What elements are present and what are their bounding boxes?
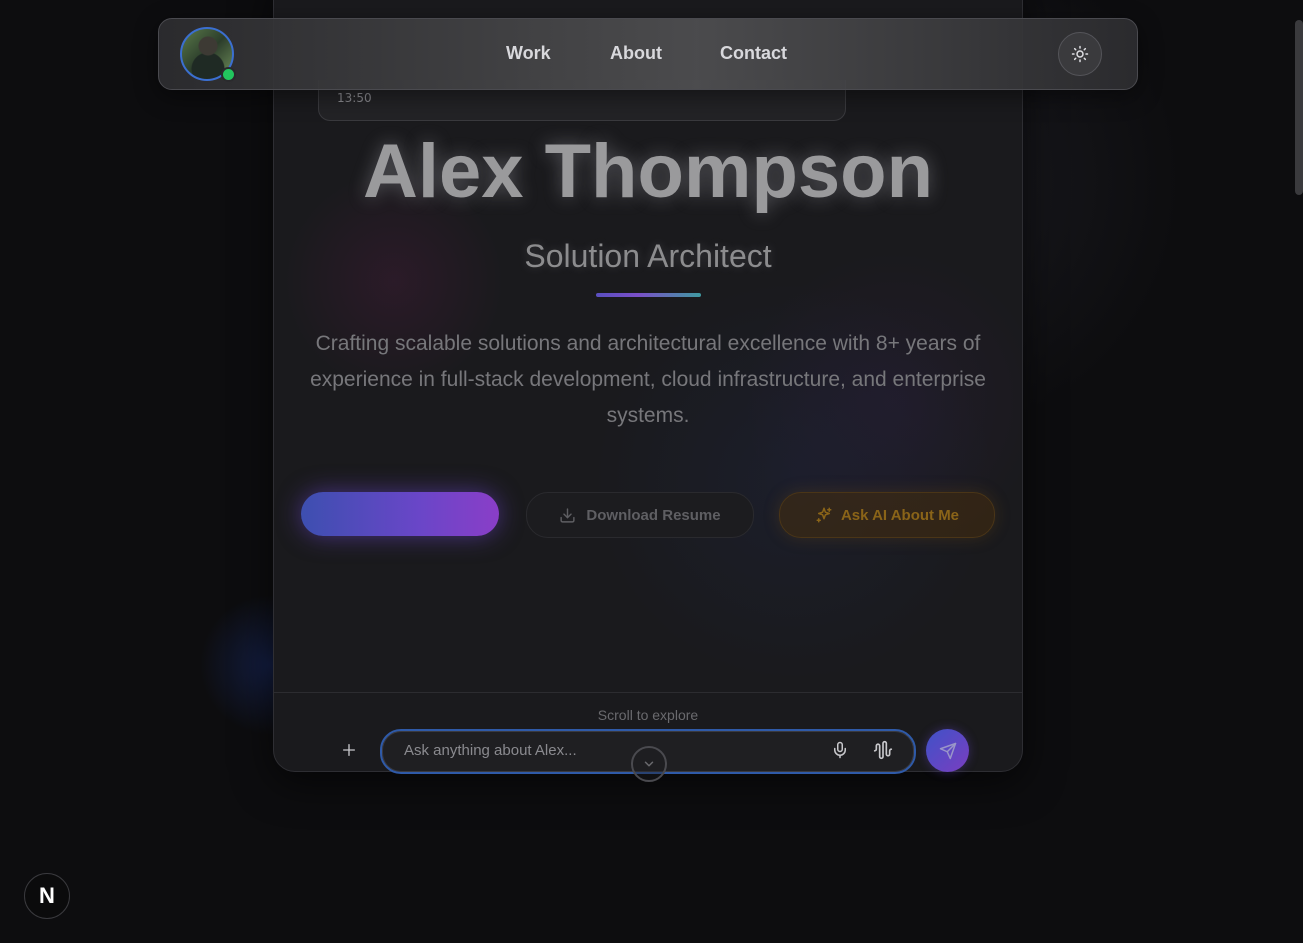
attach-plus-button[interactable] (335, 736, 363, 764)
scroll-down-button[interactable] (631, 746, 667, 782)
nextjs-badge-letter: N (39, 883, 55, 908)
ask-ai-label: Ask AI About Me (840, 506, 960, 524)
download-icon (560, 507, 575, 523)
primary-cta-button[interactable] (301, 492, 499, 536)
chevron-down-icon (644, 761, 654, 767)
sparkles-icon (816, 507, 832, 523)
send-button[interactable] (926, 729, 969, 772)
theme-toggle-button[interactable] (1058, 32, 1102, 76)
top-navbar: Work About Contact (158, 18, 1138, 90)
send-icon (939, 742, 956, 759)
hero-underline (596, 293, 701, 297)
ask-ai-button[interactable]: Ask AI About Me (779, 492, 995, 538)
microphone-button[interactable] (831, 741, 851, 761)
scroll-hint: Scroll to explore (597, 707, 699, 723)
download-resume-label: Download Resume (586, 506, 721, 524)
voice-mode-button[interactable] (873, 740, 895, 762)
nav-link-work[interactable]: Work (506, 43, 551, 64)
nav-link-contact[interactable]: Contact (720, 43, 787, 64)
sun-icon (1071, 45, 1089, 63)
chat-input[interactable] (402, 741, 806, 760)
plus-icon (343, 744, 355, 756)
page-scrollbar[interactable] (1295, 20, 1303, 195)
nextjs-badge[interactable]: N (24, 873, 70, 919)
microphone-icon (834, 741, 846, 759)
online-status-dot (221, 67, 236, 82)
chat-divider (274, 692, 1022, 693)
message-timestamp: 13:50 (337, 91, 372, 105)
audio-waveform-icon (873, 740, 893, 760)
nav-link-about[interactable]: About (610, 43, 662, 64)
download-resume-button[interactable]: Download Resume (526, 492, 754, 538)
hero-description: Crafting scalable solutions and architec… (310, 332, 986, 427)
hero-name: Alex Thompson (362, 129, 934, 214)
hero-role: Solution Architect (524, 238, 772, 274)
